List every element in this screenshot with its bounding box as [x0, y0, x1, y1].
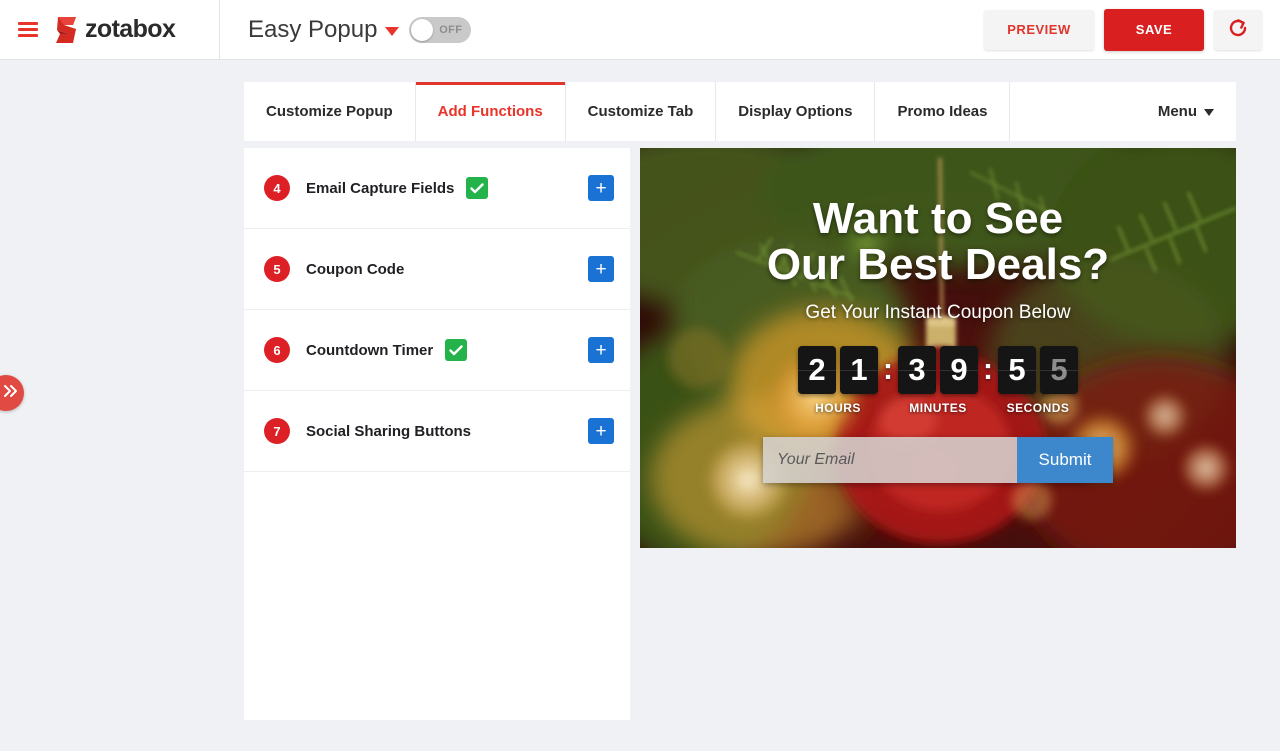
countdown-seconds: 5 5 SECONDS: [998, 346, 1078, 415]
double-chevron-right-icon: [3, 384, 19, 403]
countdown-minutes: 3 9 MINUTES: [898, 346, 978, 415]
hours-digits: 2 1: [798, 346, 878, 395]
function-label: Coupon Code: [306, 260, 405, 278]
add-function-button[interactable]: +: [588, 337, 614, 363]
step-badge: 6: [264, 337, 290, 363]
step-badge: 5: [264, 256, 290, 282]
add-function-button[interactable]: +: [588, 256, 614, 282]
enabled-check-icon: [466, 177, 489, 199]
tab-promo-ideas[interactable]: Promo Ideas: [875, 82, 1011, 141]
step-badge: 4: [264, 175, 290, 201]
menu-label: Menu: [1157, 103, 1197, 120]
countdown-timer: 2 1 HOURS : 3 9 MINUTES : 5 5 SECONDS: [798, 346, 1078, 415]
function-row-countdown-timer[interactable]: 6 Countdown Timer +: [244, 310, 630, 391]
countdown-separator-1: :: [883, 353, 893, 387]
add-function-button[interactable]: +: [588, 175, 614, 201]
refresh-button[interactable]: [1214, 9, 1262, 50]
function-label: Social Sharing Buttons: [306, 422, 472, 440]
topbar-actions: PREVIEW SAVE: [984, 8, 1280, 51]
countdown-separator-2: :: [983, 353, 993, 387]
brand-zone: zotabox: [0, 0, 220, 60]
tab-spacer: [1010, 82, 1157, 141]
step-badge: 7: [264, 418, 290, 444]
tab-add-functions[interactable]: Add Functions: [415, 82, 566, 141]
popup-enable-toggle[interactable]: OFF: [409, 16, 472, 43]
page-title: Easy Popup: [248, 15, 378, 43]
toggle-state-label: OFF: [439, 23, 463, 36]
preview-button[interactable]: PREVIEW: [984, 9, 1094, 50]
chevron-down-icon[interactable]: [385, 26, 400, 36]
function-row-coupon-code[interactable]: 5 Coupon Code +: [244, 229, 630, 310]
save-button[interactable]: SAVE: [1104, 8, 1204, 51]
refresh-icon: [1227, 17, 1249, 42]
popup-preview-area: Want to See Our Best Deals? Get Your Ins…: [640, 148, 1236, 603]
submit-button[interactable]: Submit: [1017, 437, 1113, 484]
brand-name: zotabox: [85, 15, 176, 43]
seconds-digits: 5 5: [998, 346, 1078, 395]
minutes-digit-1: 3: [898, 346, 936, 395]
toggle-knob: [411, 18, 434, 41]
sidebar-expand-handle[interactable]: [0, 375, 24, 411]
seconds-digit-1: 5: [998, 346, 1036, 395]
chevron-down-icon: [1204, 109, 1214, 116]
tab-display-options[interactable]: Display Options: [716, 82, 876, 141]
seconds-label: SECONDS: [1006, 401, 1070, 416]
tab-customize-popup[interactable]: Customize Popup: [244, 82, 416, 141]
minutes-digits: 3 9: [898, 346, 978, 395]
popup-canvas[interactable]: Want to See Our Best Deals? Get Your Ins…: [640, 148, 1236, 548]
headline-line-1: Want to See: [812, 194, 1064, 243]
tab-bar: Customize Popup Add Functions Customize …: [244, 82, 1236, 141]
zotabox-mark-icon: [52, 15, 80, 45]
minutes-label: MINUTES: [909, 401, 967, 416]
title-zone: Easy Popup OFF: [220, 16, 984, 44]
popup-content: Want to See Our Best Deals? Get Your Ins…: [640, 148, 1236, 548]
function-label: Email Capture Fields: [306, 179, 455, 197]
menu-dropdown[interactable]: Menu: [1158, 82, 1236, 141]
email-signup-form: Submit: [763, 437, 1113, 484]
minutes-digit-2: 9: [940, 346, 978, 395]
hours-digit-2: 1: [840, 346, 878, 395]
function-label: Countdown Timer: [306, 341, 434, 359]
function-row-social-sharing-buttons[interactable]: 7 Social Sharing Buttons +: [244, 391, 630, 472]
headline-line-2: Our Best Deals?: [766, 240, 1110, 290]
countdown-hours: 2 1 HOURS: [798, 346, 878, 415]
zotabox-logo[interactable]: zotabox: [52, 15, 176, 45]
functions-list-panel: 4 Email Capture Fields + 5 Coupon Code +…: [244, 148, 630, 720]
hours-label: HOURS: [815, 401, 861, 416]
seconds-digit-2: 5: [1040, 346, 1078, 395]
hamburger-icon[interactable]: [18, 22, 38, 37]
email-input[interactable]: [763, 437, 1017, 484]
enabled-check-icon: [445, 339, 468, 361]
tab-customize-tab[interactable]: Customize Tab: [566, 82, 717, 141]
add-function-button[interactable]: +: [588, 418, 614, 444]
popup-headline: Want to See Our Best Deals?: [766, 194, 1110, 290]
hours-digit-1: 2: [798, 346, 836, 395]
function-row-email-capture-fields[interactable]: 4 Email Capture Fields +: [244, 148, 630, 229]
popup-subheadline: Get Your Instant Coupon Below: [805, 302, 1071, 324]
top-bar: zotabox Easy Popup OFF PREVIEW SAVE: [0, 0, 1280, 60]
